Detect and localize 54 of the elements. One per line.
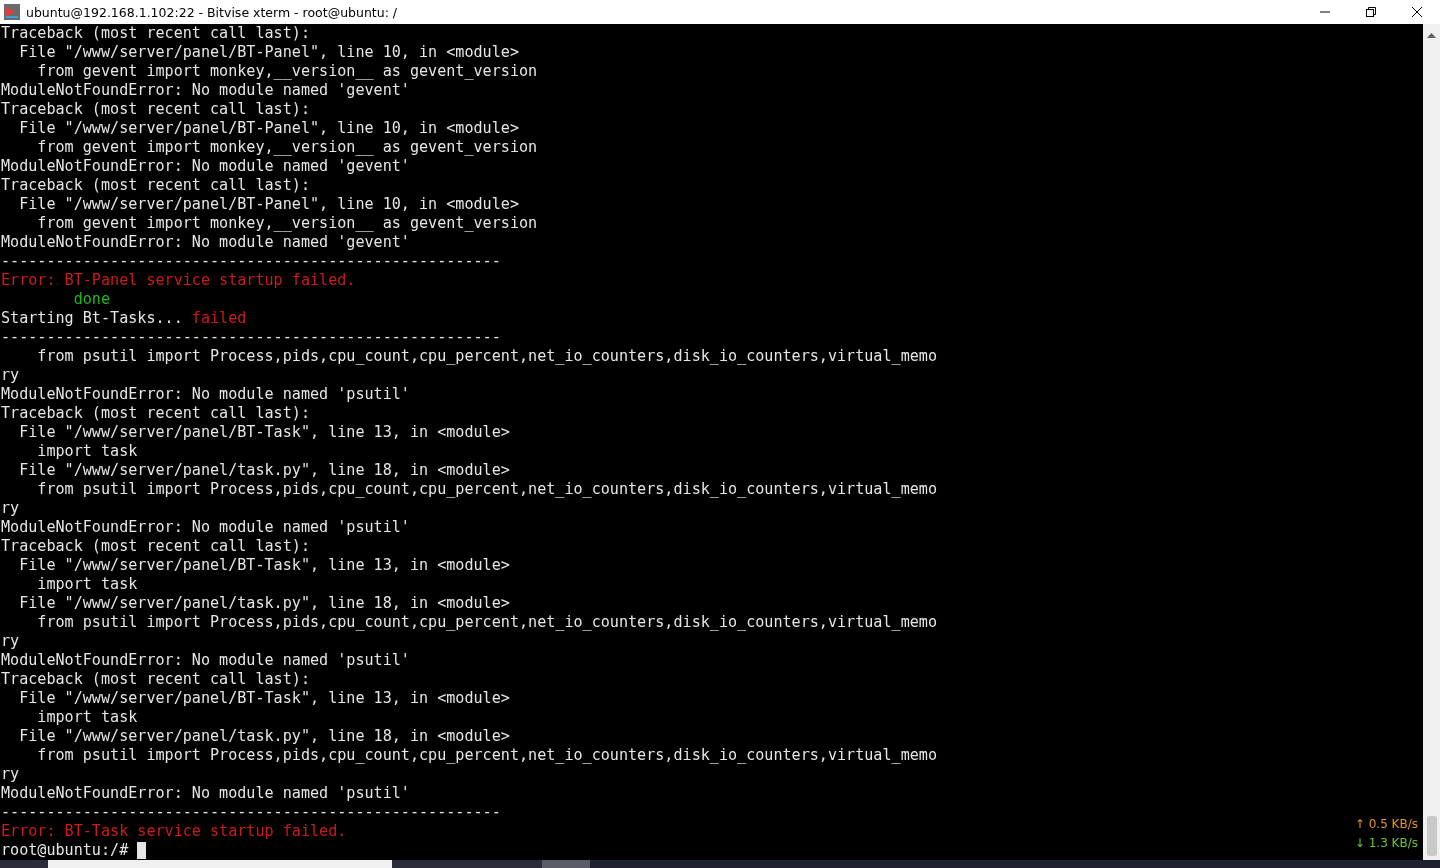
terminal-text: from gevent import monkey,__version__ as gevent_version bbox=[36, 214, 538, 233]
terminal-text: File "/www/server/panel/BT-Task", line 13, in <module> bbox=[18, 556, 510, 575]
terminal-text: Traceback (most recent call last): bbox=[1, 176, 310, 195]
terminal-text: ------------------------------------------------------- bbox=[1, 328, 501, 347]
window-title: ubuntu@192.168.1.102:22 - Bitvise xterm - root@ubuntu: / bbox=[26, 4, 398, 20]
terminal-text: File "/www/server/panel/BT-Panel", line 10, in <module> bbox=[18, 43, 519, 62]
scrollbar-thumb[interactable] bbox=[1426, 816, 1437, 856]
terminal-text: Error: BT-Task service startup failed. bbox=[1, 822, 347, 841]
terminal-text: ry bbox=[1, 499, 20, 518]
terminal-text: File "/www/server/panel/BT-Task", line 13, in <module> bbox=[18, 689, 510, 708]
terminal-text: root@ubuntu:/# bbox=[1, 841, 130, 860]
terminal-text: from psutil import Process,pids,cpu_count,cpu_percent,net_io_counters,disk_io_counters,virtual_memo bbox=[36, 613, 937, 632]
terminal-text: import task bbox=[36, 708, 138, 727]
terminal-text: File "/www/server/panel/task.py", line 18, in <module> bbox=[18, 594, 510, 613]
terminal-text: ry bbox=[1, 632, 20, 651]
restore-icon bbox=[1365, 6, 1377, 18]
terminal-text: from gevent import monkey,__version__ as gevent_version bbox=[36, 138, 538, 157]
terminal-text: File "/www/server/panel/BT-Panel", line 10, in <module> bbox=[18, 119, 519, 138]
terminal-text: failed bbox=[191, 309, 247, 328]
terminal-text: from psutil import Process,pids,cpu_count,cpu_percent,net_io_counters,disk_io_counters,virtual_memo bbox=[36, 347, 937, 366]
terminal-text: ------------------------------------------------------- bbox=[1, 252, 501, 271]
terminal-text: Traceback (most recent call last): bbox=[1, 537, 310, 556]
terminal-text: ModuleNotFoundError: No module named 'gevent' bbox=[1, 81, 410, 100]
terminal-text: ModuleNotFoundError: No module named 'gevent' bbox=[1, 233, 410, 252]
upload-speed: ↑ 0.5 KB/s bbox=[1354, 816, 1418, 833]
terminal-text: Traceback (most recent call last): bbox=[1, 404, 310, 423]
terminal-text: ModuleNotFoundError: No module named 'psutil' bbox=[1, 784, 410, 803]
terminal-text: ModuleNotFoundError: No module named 'psutil' bbox=[1, 385, 410, 404]
terminal-text: ModuleNotFoundError: No module named 'psutil' bbox=[1, 518, 410, 537]
app-icon bbox=[4, 4, 20, 20]
terminal-text: ------------------------------------------------------- bbox=[1, 803, 501, 822]
terminal-text: Traceback (most recent call last): bbox=[1, 670, 310, 689]
terminal-text: File "/www/server/panel/BT-Task", line 13, in <module> bbox=[18, 423, 510, 442]
terminal-text: import task bbox=[36, 575, 138, 594]
terminal-text: File "/www/server/panel/task.py", line 18, in <module> bbox=[18, 461, 510, 480]
terminal-text: ModuleNotFoundError: No module named 'psutil' bbox=[1, 651, 410, 670]
terminal-text: from gevent import monkey,__version__ as gevent_version bbox=[36, 62, 538, 81]
terminal-text: ry bbox=[1, 765, 20, 784]
terminal-text: File "/www/server/panel/BT-Panel", line 10, in <module> bbox=[18, 195, 519, 214]
terminal-text: import task bbox=[36, 442, 138, 461]
download-speed: ↓ 1.3 KB/s bbox=[1354, 835, 1418, 852]
up-arrow-icon[interactable] bbox=[1427, 32, 1436, 38]
terminal-text: ry bbox=[1, 366, 20, 385]
terminal-text: done bbox=[72, 290, 111, 309]
terminal-text: Traceback (most recent call last): bbox=[1, 24, 310, 43]
terminal-text: from psutil import Process,pids,cpu_count,cpu_percent,net_io_counters,disk_io_counters,virtual_memo bbox=[36, 746, 937, 765]
scrollbar[interactable] bbox=[1423, 24, 1440, 860]
close-icon bbox=[1411, 6, 1423, 18]
terminal-text: File "/www/server/panel/task.py", line 18, in <module> bbox=[18, 727, 510, 746]
terminal-text: from psutil import Process,pids,cpu_count,cpu_percent,net_io_counters,disk_io_counters,virtual_memo bbox=[36, 480, 937, 499]
terminal-text: Starting Bt-Tasks... bbox=[1, 309, 184, 328]
terminal-text: Error: BT-Panel service startup failed. bbox=[1, 271, 356, 290]
terminal-text: ModuleNotFoundError: No module named 'gevent' bbox=[1, 157, 410, 176]
terminal-text: Traceback (most recent call last): bbox=[1, 100, 310, 119]
